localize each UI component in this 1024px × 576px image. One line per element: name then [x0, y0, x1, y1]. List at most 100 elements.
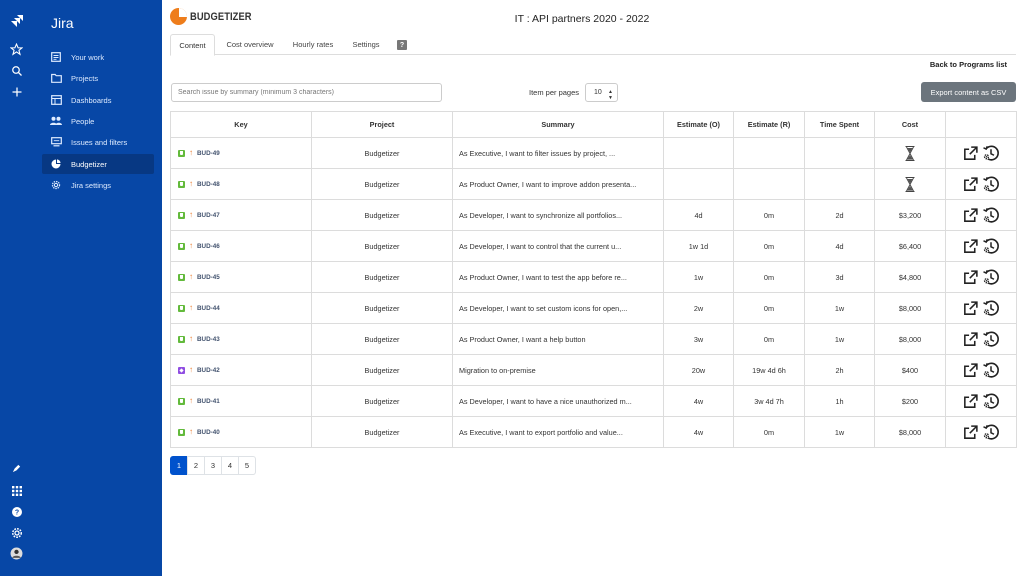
key-cell: ↑ BUD-49	[170, 137, 312, 169]
estimate-r-cell: 0m	[733, 261, 805, 293]
open-external-icon[interactable]	[962, 331, 979, 348]
issue-key-link[interactable]: BUD-41	[197, 398, 220, 405]
sidebar-brand[interactable]: Jira	[51, 15, 74, 31]
history-settings-icon[interactable]	[982, 144, 1000, 162]
search-icon[interactable]	[9, 63, 24, 78]
story-icon	[178, 397, 185, 405]
issue-key-link[interactable]: BUD-47	[197, 212, 220, 219]
search-input[interactable]	[171, 83, 442, 102]
column-header-project[interactable]: Project	[311, 111, 453, 138]
page-button[interactable]: 2	[187, 456, 205, 475]
column-header-key[interactable]: Key	[170, 111, 312, 138]
back-to-programs-link[interactable]: Back to Programs list	[930, 60, 1007, 69]
page-title: IT : API partners 2020 - 2022	[514, 13, 650, 25]
column-header-cost[interactable]: Cost	[874, 111, 946, 138]
issue-key-link[interactable]: BUD-48	[197, 181, 220, 188]
page-button[interactable]: 5	[238, 456, 256, 475]
sidebar-item-jira-settings[interactable]: Jira settings	[42, 175, 154, 195]
starred-icon[interactable]	[9, 42, 24, 57]
issue-key-link[interactable]: BUD-49	[197, 150, 220, 157]
tab-content[interactable]: Content	[170, 34, 215, 56]
issue-key-link[interactable]: BUD-40	[197, 429, 220, 436]
help-button[interactable]: ?	[397, 40, 407, 50]
tab-hourly-rates[interactable]: Hourly rates	[286, 34, 340, 55]
estimate-r-cell	[733, 168, 805, 200]
estimate-o-cell	[663, 137, 734, 169]
issue-key-link[interactable]: BUD-45	[197, 274, 220, 281]
folder-icon	[50, 72, 62, 84]
issue-key-link[interactable]: BUD-43	[197, 336, 220, 343]
open-external-icon[interactable]	[962, 424, 979, 441]
open-external-icon[interactable]	[962, 393, 979, 410]
priority-arrow-up-icon: ↑	[189, 210, 193, 219]
sidebar-item-label: Your work	[71, 52, 105, 62]
column-header-estimate-o[interactable]: Estimate (O)	[663, 111, 734, 138]
settings-icon[interactable]	[9, 525, 24, 540]
priority-arrow-up-icon: ↑	[189, 334, 193, 343]
history-settings-icon[interactable]	[982, 206, 1000, 224]
priority-arrow-up-icon: ↑	[189, 303, 193, 312]
history-settings-icon[interactable]	[982, 268, 1000, 286]
cost-cell: $8,000	[874, 292, 946, 324]
sidebar-item-budgetizer[interactable]: Budgetizer	[42, 154, 154, 174]
page-button[interactable]: 1	[170, 456, 188, 475]
export-csv-button[interactable]: Export content as CSV	[921, 82, 1016, 102]
history-settings-icon[interactable]	[982, 361, 1000, 379]
table-row: ↑ BUD-41 Budgetizer As Developer, I want…	[170, 385, 1017, 417]
history-settings-icon[interactable]	[982, 237, 1000, 255]
cost-cell: $8,000	[874, 323, 946, 355]
column-header-summary[interactable]: Summary	[452, 111, 664, 138]
key-cell: ↑ BUD-40	[170, 416, 312, 448]
issue-key-link[interactable]: BUD-44	[197, 305, 220, 312]
time-spent-cell: 1w	[804, 323, 875, 355]
open-external-icon[interactable]	[962, 362, 979, 379]
open-external-icon[interactable]	[962, 207, 979, 224]
summary-cell: As Product Owner, I want to test the app…	[452, 261, 664, 293]
actions-cell	[945, 230, 1017, 262]
jira-logo-icon[interactable]	[9, 14, 24, 29]
create-icon[interactable]	[9, 84, 24, 99]
project-cell: Budgetizer	[311, 292, 453, 324]
sidebar-item-projects[interactable]: Projects	[42, 68, 154, 88]
history-settings-icon[interactable]	[982, 392, 1000, 410]
sidebar-item-your-work[interactable]: Your work	[42, 47, 154, 67]
open-external-icon[interactable]	[962, 176, 979, 193]
avatar[interactable]	[9, 546, 24, 561]
summary-cell: As Developer, I want to have a nice unau…	[452, 385, 664, 417]
tab-cost-overview[interactable]: Cost overview	[218, 34, 282, 55]
column-header-time-spent[interactable]: Time Spent	[804, 111, 875, 138]
open-external-icon[interactable]	[962, 300, 979, 317]
page-button[interactable]: 4	[221, 456, 239, 475]
time-spent-cell	[804, 168, 875, 200]
actions-cell	[945, 168, 1017, 200]
estimate-r-cell: 0m	[733, 199, 805, 231]
estimate-o-cell: 1w	[663, 261, 734, 293]
tab-settings[interactable]: Settings	[344, 34, 388, 55]
open-external-icon[interactable]	[962, 145, 979, 162]
sidebar-item-issues-filters[interactable]: Issues and filters	[42, 132, 154, 152]
notifications-icon[interactable]	[9, 461, 24, 476]
app-switcher-icon[interactable]	[9, 483, 24, 498]
priority-arrow-up-icon: ↑	[189, 427, 193, 436]
issue-key-link[interactable]: BUD-42	[197, 367, 220, 374]
open-external-icon[interactable]	[962, 269, 979, 286]
priority-arrow-up-icon: ↑	[189, 272, 193, 281]
open-external-icon[interactable]	[962, 238, 979, 255]
sidebar-item-people[interactable]: People	[42, 111, 154, 131]
actions-cell	[945, 137, 1017, 169]
actions-cell	[945, 199, 1017, 231]
summary-cell: As Developer, I want to synchronize all …	[452, 199, 664, 231]
column-header-estimate-r[interactable]: Estimate (R)	[733, 111, 805, 138]
history-settings-icon[interactable]	[982, 423, 1000, 441]
sidebar-item-dashboards[interactable]: Dashboards	[42, 90, 154, 110]
history-settings-icon[interactable]	[982, 175, 1000, 193]
time-spent-cell: 2h	[804, 354, 875, 386]
history-settings-icon[interactable]	[982, 299, 1000, 317]
history-settings-icon[interactable]	[982, 330, 1000, 348]
items-per-page-select[interactable]: 10 ▲ ▼	[585, 83, 618, 102]
help-icon[interactable]: ?	[9, 504, 24, 519]
page-button[interactable]: 3	[204, 456, 222, 475]
estimate-r-cell: 3w 4d 7h	[733, 385, 805, 417]
estimate-r-cell	[733, 137, 805, 169]
issue-key-link[interactable]: BUD-46	[197, 243, 220, 250]
